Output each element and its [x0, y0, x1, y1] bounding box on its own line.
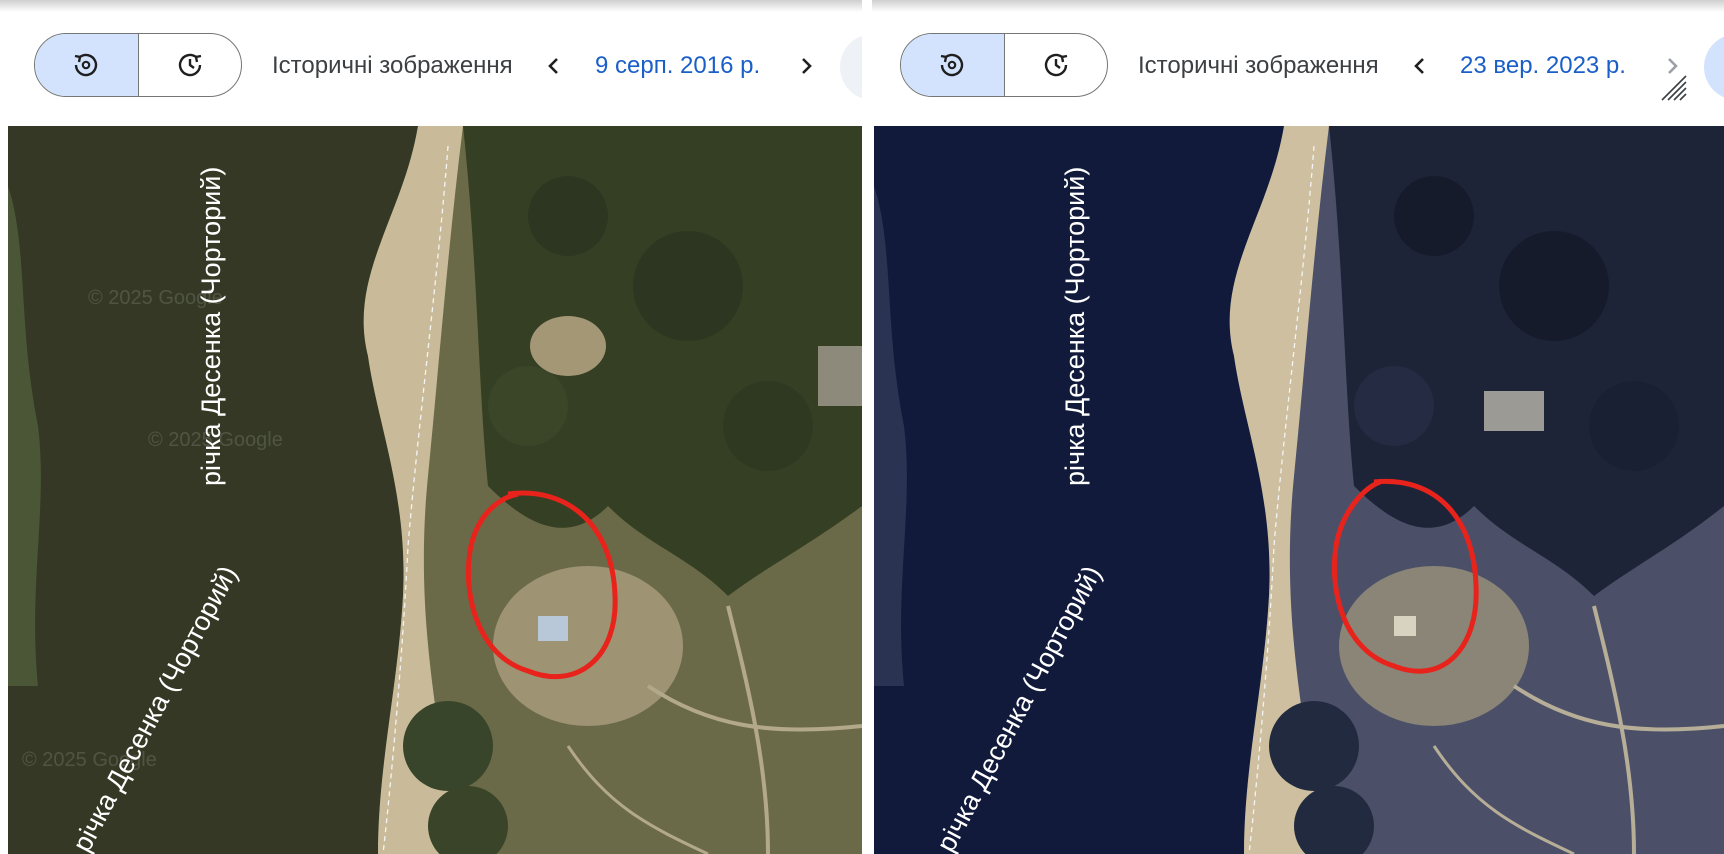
history-mode-button[interactable]: [901, 34, 1005, 96]
chevron-right-icon: [802, 58, 812, 74]
resize-handle-icon[interactable]: [1658, 72, 1688, 102]
imagery-mode-toggle: [34, 33, 242, 97]
satellite-map-2023[interactable]: річка Десенка (Чорторий) річка Десенка (…: [874, 126, 1724, 854]
update-icon: [1044, 53, 1067, 77]
building: [818, 346, 862, 406]
recent-mode-button[interactable]: [1005, 34, 1108, 96]
building: [1394, 616, 1416, 636]
building: [1484, 391, 1544, 431]
imagery-date[interactable]: 23 вер. 2023 р.: [1460, 52, 1626, 80]
historical-imagery-label: Історичні зображення: [272, 52, 513, 79]
history-icon: [75, 53, 98, 77]
river-label: річка Десенка (Чорторий): [1060, 167, 1090, 486]
top-shadow: [0, 0, 862, 12]
previous-date-button[interactable]: [1400, 46, 1440, 86]
chevron-left-icon: [548, 58, 558, 74]
clearing: [493, 566, 683, 726]
map-control-button[interactable]: [1704, 34, 1724, 100]
clearing: [1339, 566, 1529, 726]
next-date-button[interactable]: [786, 46, 826, 86]
map-control-button[interactable]: [840, 34, 862, 100]
recent-mode-button[interactable]: [139, 34, 242, 96]
history-icon: [941, 53, 964, 77]
historical-imagery-toolbar: Історичні зображення 9 серп. 2016 р.: [0, 12, 862, 124]
historical-imagery-label: Історичні зображення: [1138, 52, 1379, 79]
imagery-panel-2023: Історичні зображення 23 вер. 2023 р. річ…: [872, 0, 1724, 854]
history-mode-button[interactable]: [35, 34, 139, 96]
update-icon: [178, 53, 201, 77]
imagery-panel-2016: Історичні зображення 9 серп. 2016 р. © 2…: [0, 0, 862, 854]
historical-imagery-toolbar: Історичні зображення 23 вер. 2023 р.: [872, 12, 1724, 124]
imagery-mode-toggle: [900, 33, 1108, 97]
chevron-left-icon: [1414, 58, 1424, 74]
building: [538, 616, 568, 641]
satellite-map-2016[interactable]: © 2025 Google © 2025 Google © 2025 Googl…: [8, 126, 862, 854]
river-label: річка Десенка (Чорторий): [196, 167, 226, 486]
imagery-date[interactable]: 9 серп. 2016 р.: [595, 52, 760, 80]
previous-date-button[interactable]: [534, 46, 574, 86]
top-shadow: [872, 0, 1724, 12]
